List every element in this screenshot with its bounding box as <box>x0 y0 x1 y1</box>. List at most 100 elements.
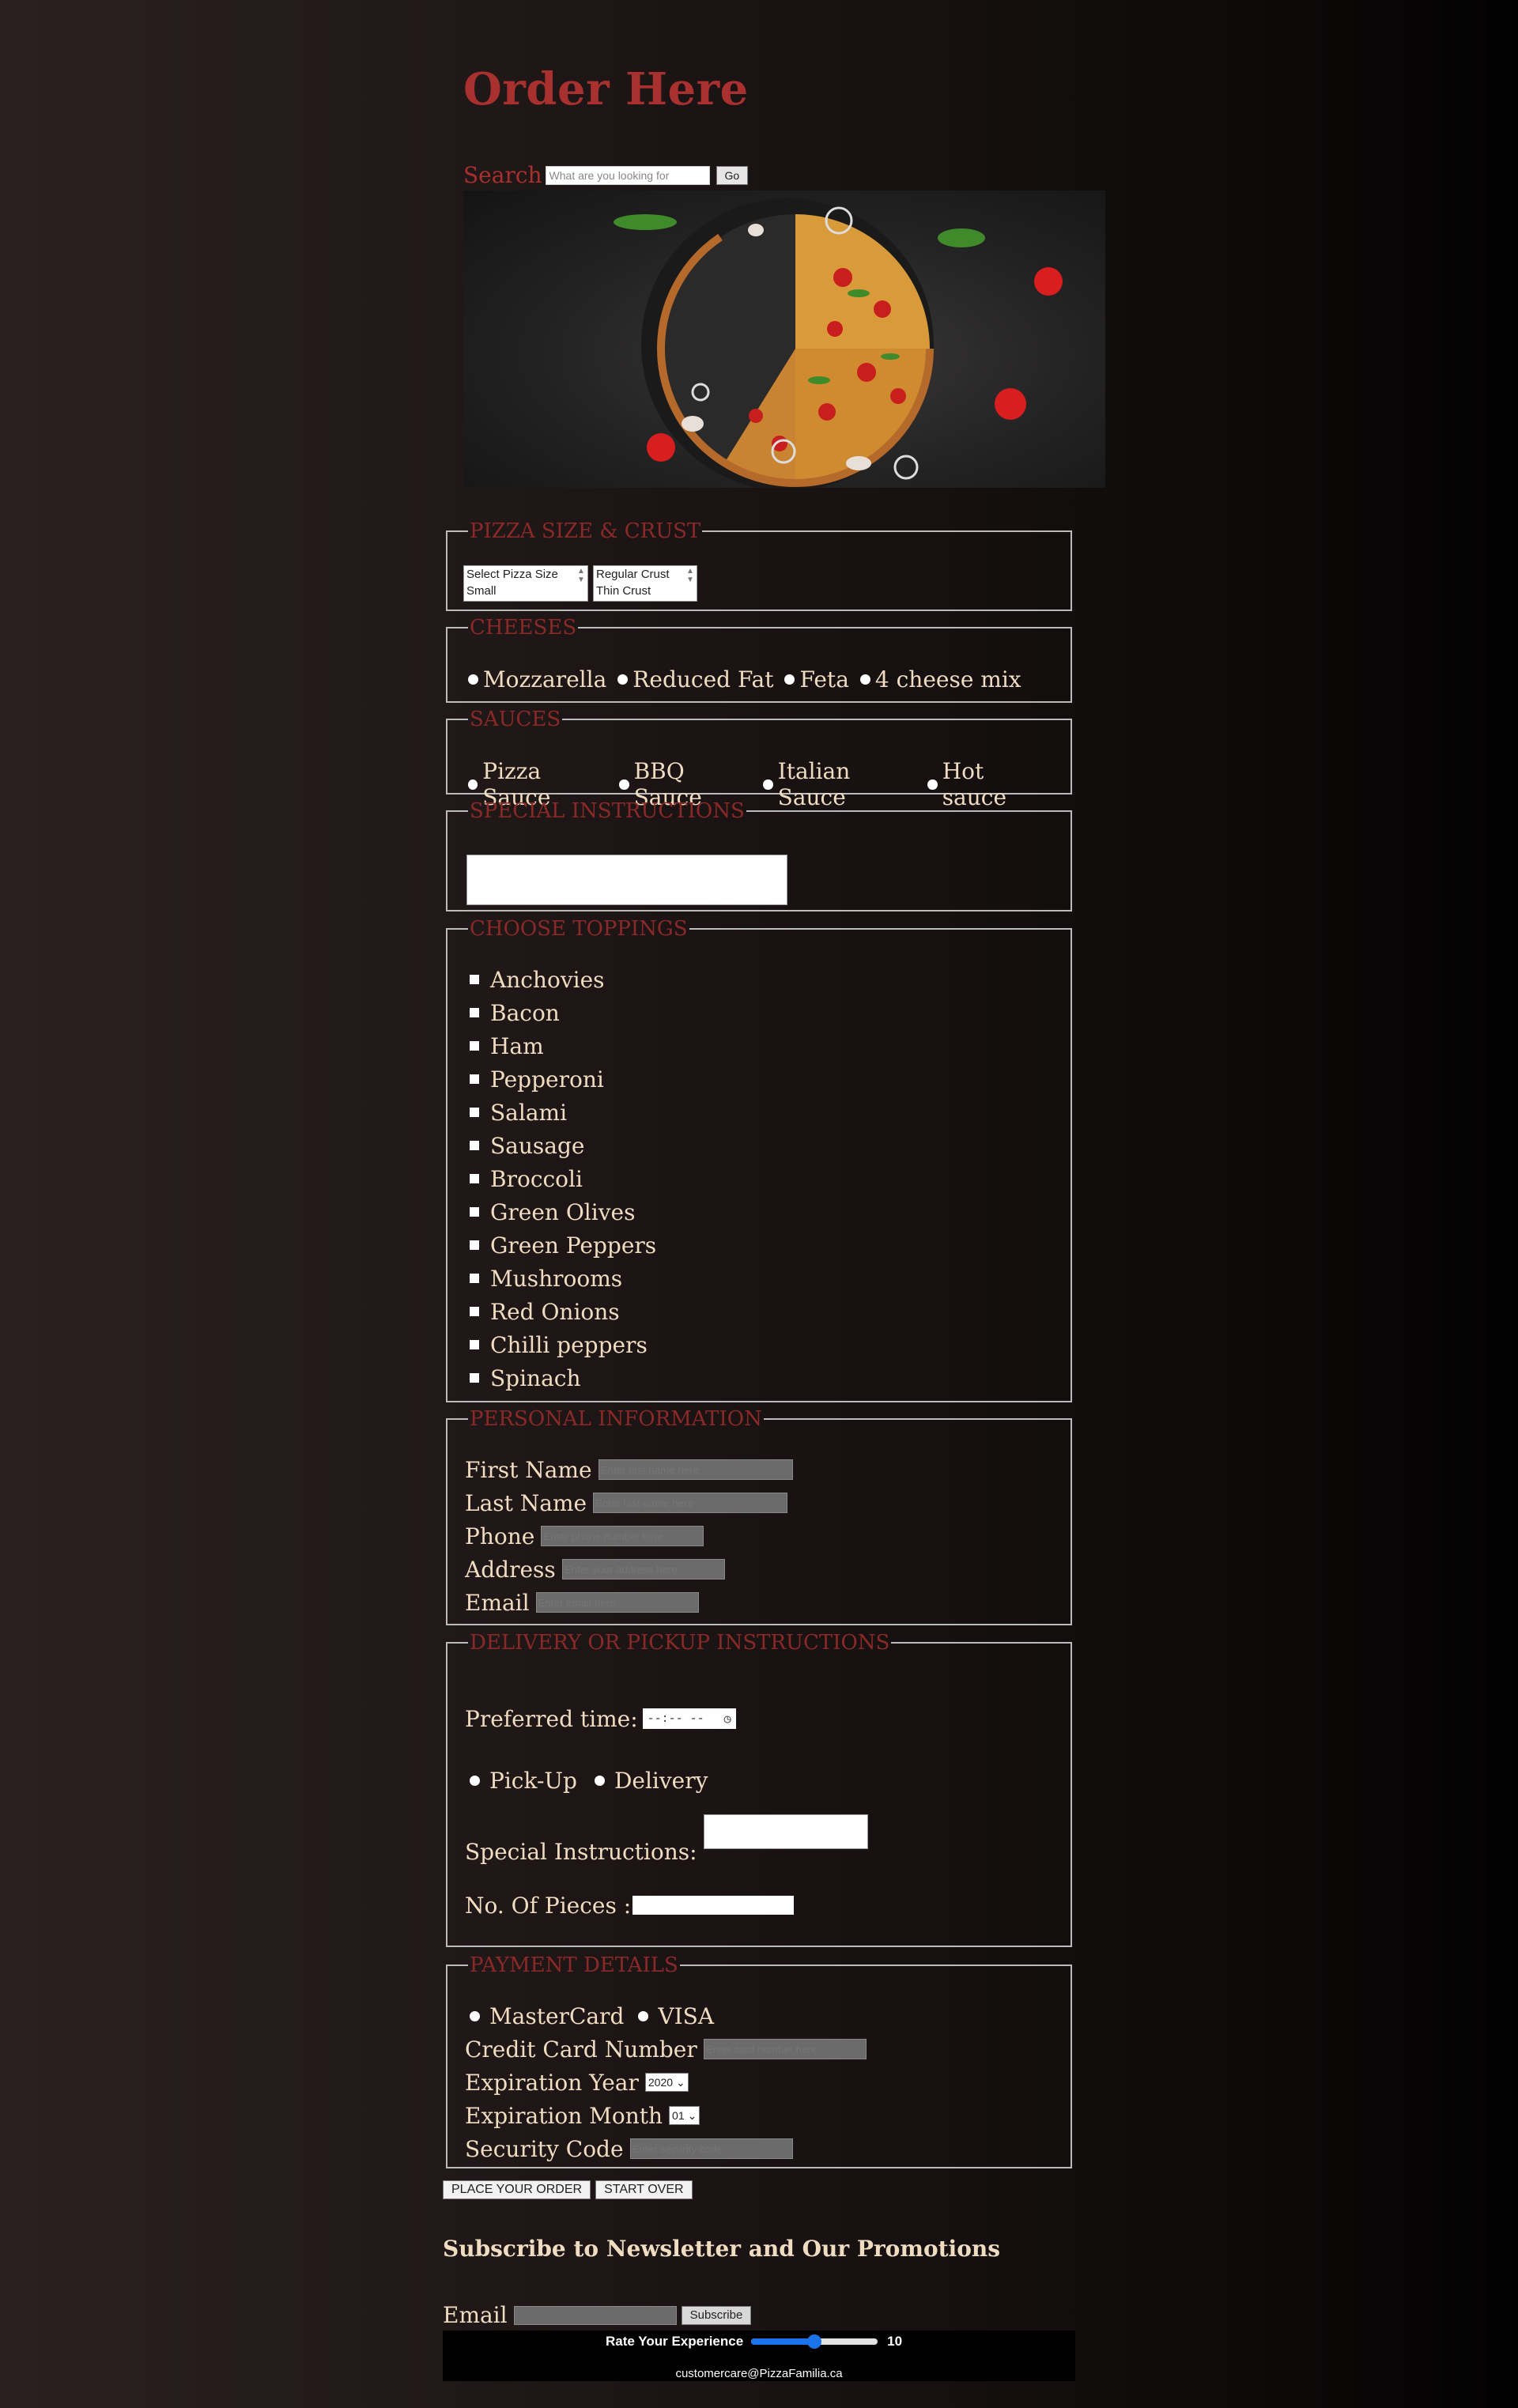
checkbox-icon[interactable] <box>470 1240 479 1250</box>
radio-icon[interactable] <box>784 674 795 685</box>
last-name-input[interactable] <box>593 1493 788 1513</box>
radio-icon[interactable] <box>859 674 870 685</box>
address-input[interactable] <box>561 1559 725 1580</box>
preferred-time-label: Preferred time: <box>465 1705 638 1732</box>
topping-item[interactable]: Spinach <box>463 1361 1055 1395</box>
radio-icon[interactable] <box>468 674 478 685</box>
topping-item[interactable]: Anchovies <box>463 963 1055 996</box>
rating-fill <box>751 2338 815 2345</box>
pickup-option[interactable]: Pick-Up <box>465 1768 577 1794</box>
topping-item[interactable]: Mushrooms <box>463 1262 1055 1295</box>
radio-icon[interactable] <box>617 674 629 685</box>
phone-input[interactable] <box>541 1526 704 1546</box>
checkbox-icon[interactable] <box>470 1041 479 1051</box>
checkbox-icon[interactable] <box>470 1074 479 1084</box>
preferred-time-input[interactable]: --:-- -- ◷ <box>642 1708 736 1729</box>
pieces-label: No. Of Pieces : <box>465 1892 632 1919</box>
checkbox-icon[interactable] <box>470 1373 479 1383</box>
phone-label: Phone <box>465 1523 535 1549</box>
pizza-size-select[interactable]: Select Pizza Size Small ▲ ▼ <box>463 565 588 602</box>
sauces-section: SAUCES Pizza Sauce BBQ Sauce Italian Sau… <box>446 709 1072 810</box>
radio-icon[interactable] <box>470 1776 480 1786</box>
radio-icon[interactable] <box>638 2010 649 2021</box>
checkbox-icon[interactable] <box>470 975 479 984</box>
size-option[interactable]: Select Pizza Size <box>464 566 587 583</box>
topping-item[interactable]: Broccoli <box>463 1162 1055 1195</box>
cc-input[interactable] <box>703 2039 867 2059</box>
start-over-button[interactable]: START OVER <box>595 2180 693 2199</box>
delivery-special-textarea[interactable] <box>703 1814 868 1849</box>
rating-label: Rate Your Experience <box>606 2334 744 2349</box>
radio-icon[interactable] <box>763 779 773 790</box>
topping-item[interactable]: Chilli peppers <box>463 1328 1055 1361</box>
go-button[interactable]: Go <box>716 165 749 185</box>
payment-section: PAYMENT DETAILS MasterCard VISA Credit C… <box>446 1955 1072 2168</box>
checkbox-icon[interactable] <box>470 1141 479 1150</box>
newsletter-heading: Subscribe to Newsletter and Our Promotio… <box>443 2236 1000 2262</box>
toppings-list: Anchovies Bacon Ham Pepperoni Salami Sau… <box>463 963 1055 1395</box>
cheese-option[interactable]: Mozzarella <box>463 666 606 693</box>
radio-icon[interactable] <box>594 1776 605 1786</box>
radio-icon[interactable] <box>468 779 478 790</box>
chevron-down-icon[interactable]: ⌄ <box>676 2076 685 2089</box>
delivery-type-options: Pick-Up Delivery <box>465 1768 714 1794</box>
crust-option[interactable]: Thin Crust <box>594 583 697 599</box>
search-input[interactable] <box>545 165 710 185</box>
topping-item[interactable]: Salami <box>463 1096 1055 1129</box>
radio-icon[interactable] <box>619 779 629 790</box>
security-code-input[interactable] <box>629 2138 793 2159</box>
first-name-row: First Name <box>465 1453 1055 1486</box>
newsletter-email-input[interactable] <box>513 2305 677 2325</box>
newsletter-email-label: Email <box>443 2302 508 2328</box>
page-title: Order Here <box>463 63 749 115</box>
checkbox-icon[interactable] <box>470 1108 479 1117</box>
topping-item[interactable]: Red Onions <box>463 1295 1055 1328</box>
security-code-label: Security Code <box>465 2135 624 2162</box>
topping-item[interactable]: Bacon <box>463 996 1055 1029</box>
place-order-button[interactable]: PLACE YOUR ORDER <box>443 2180 591 2199</box>
exp-month-select[interactable]: 01 ⌄ <box>669 2106 700 2125</box>
scroll-arrows-icon[interactable]: ▲ ▼ <box>685 567 696 600</box>
exp-year-select[interactable]: 2020 ⌄ <box>644 2073 689 2092</box>
checkbox-icon[interactable] <box>470 1340 479 1349</box>
checkbox-icon[interactable] <box>470 1207 479 1217</box>
delivery-section: DELIVERY OR PICKUP INSTRUCTIONS Preferre… <box>446 1632 1072 1947</box>
special-instructions-textarea[interactable] <box>466 855 787 905</box>
cheese-option[interactable]: Feta <box>780 666 849 693</box>
slider-thumb[interactable] <box>807 2334 822 2349</box>
cheese-options: Mozzarella Reduced Fat Feta 4 cheese mix <box>463 666 1055 693</box>
mastercard-option[interactable]: MasterCard <box>465 2003 624 2029</box>
delivery-option[interactable]: Delivery <box>590 1768 708 1794</box>
first-name-input[interactable] <box>598 1459 793 1480</box>
size-crust-legend: PIZZA SIZE & CRUST <box>470 519 701 543</box>
visa-option[interactable]: VISA <box>633 2003 714 2029</box>
topping-item[interactable]: Green Peppers <box>463 1229 1055 1262</box>
cheese-option[interactable]: 4 cheese mix <box>855 666 1021 693</box>
radio-icon[interactable] <box>470 2010 480 2021</box>
exp-year-row: Expiration Year 2020 ⌄ <box>465 2066 1055 2099</box>
clock-icon[interactable]: ◷ <box>724 1712 731 1727</box>
rating-slider[interactable] <box>751 2334 878 2349</box>
topping-item[interactable]: Green Olives <box>463 1195 1055 1229</box>
crust-option[interactable]: Regular Crust <box>594 566 697 583</box>
toppings-legend: CHOOSE TOPPINGS <box>470 917 688 941</box>
email-input[interactable] <box>535 1592 699 1613</box>
cheese-option[interactable]: Reduced Fat <box>613 666 773 693</box>
topping-item[interactable]: Pepperoni <box>463 1062 1055 1096</box>
payment-legend: PAYMENT DETAILS <box>470 1953 678 1977</box>
checkbox-icon[interactable] <box>470 1274 479 1283</box>
crust-select[interactable]: Regular Crust Thin Crust ▲ ▼ <box>593 565 697 602</box>
subscribe-button[interactable]: Subscribe <box>681 2305 752 2325</box>
address-row: Address <box>465 1553 1055 1586</box>
cc-row: Credit Card Number <box>465 2032 1055 2066</box>
chevron-down-icon[interactable]: ⌄ <box>688 2109 697 2123</box>
checkbox-icon[interactable] <box>470 1307 479 1316</box>
checkbox-icon[interactable] <box>470 1174 479 1183</box>
topping-item[interactable]: Ham <box>463 1029 1055 1062</box>
radio-icon[interactable] <box>927 779 938 790</box>
topping-item[interactable]: Sausage <box>463 1129 1055 1162</box>
checkbox-icon[interactable] <box>470 1008 479 1017</box>
pieces-input[interactable] <box>632 1896 795 1915</box>
size-option[interactable]: Small <box>464 583 587 599</box>
scroll-arrows-icon[interactable]: ▲ ▼ <box>576 567 587 600</box>
